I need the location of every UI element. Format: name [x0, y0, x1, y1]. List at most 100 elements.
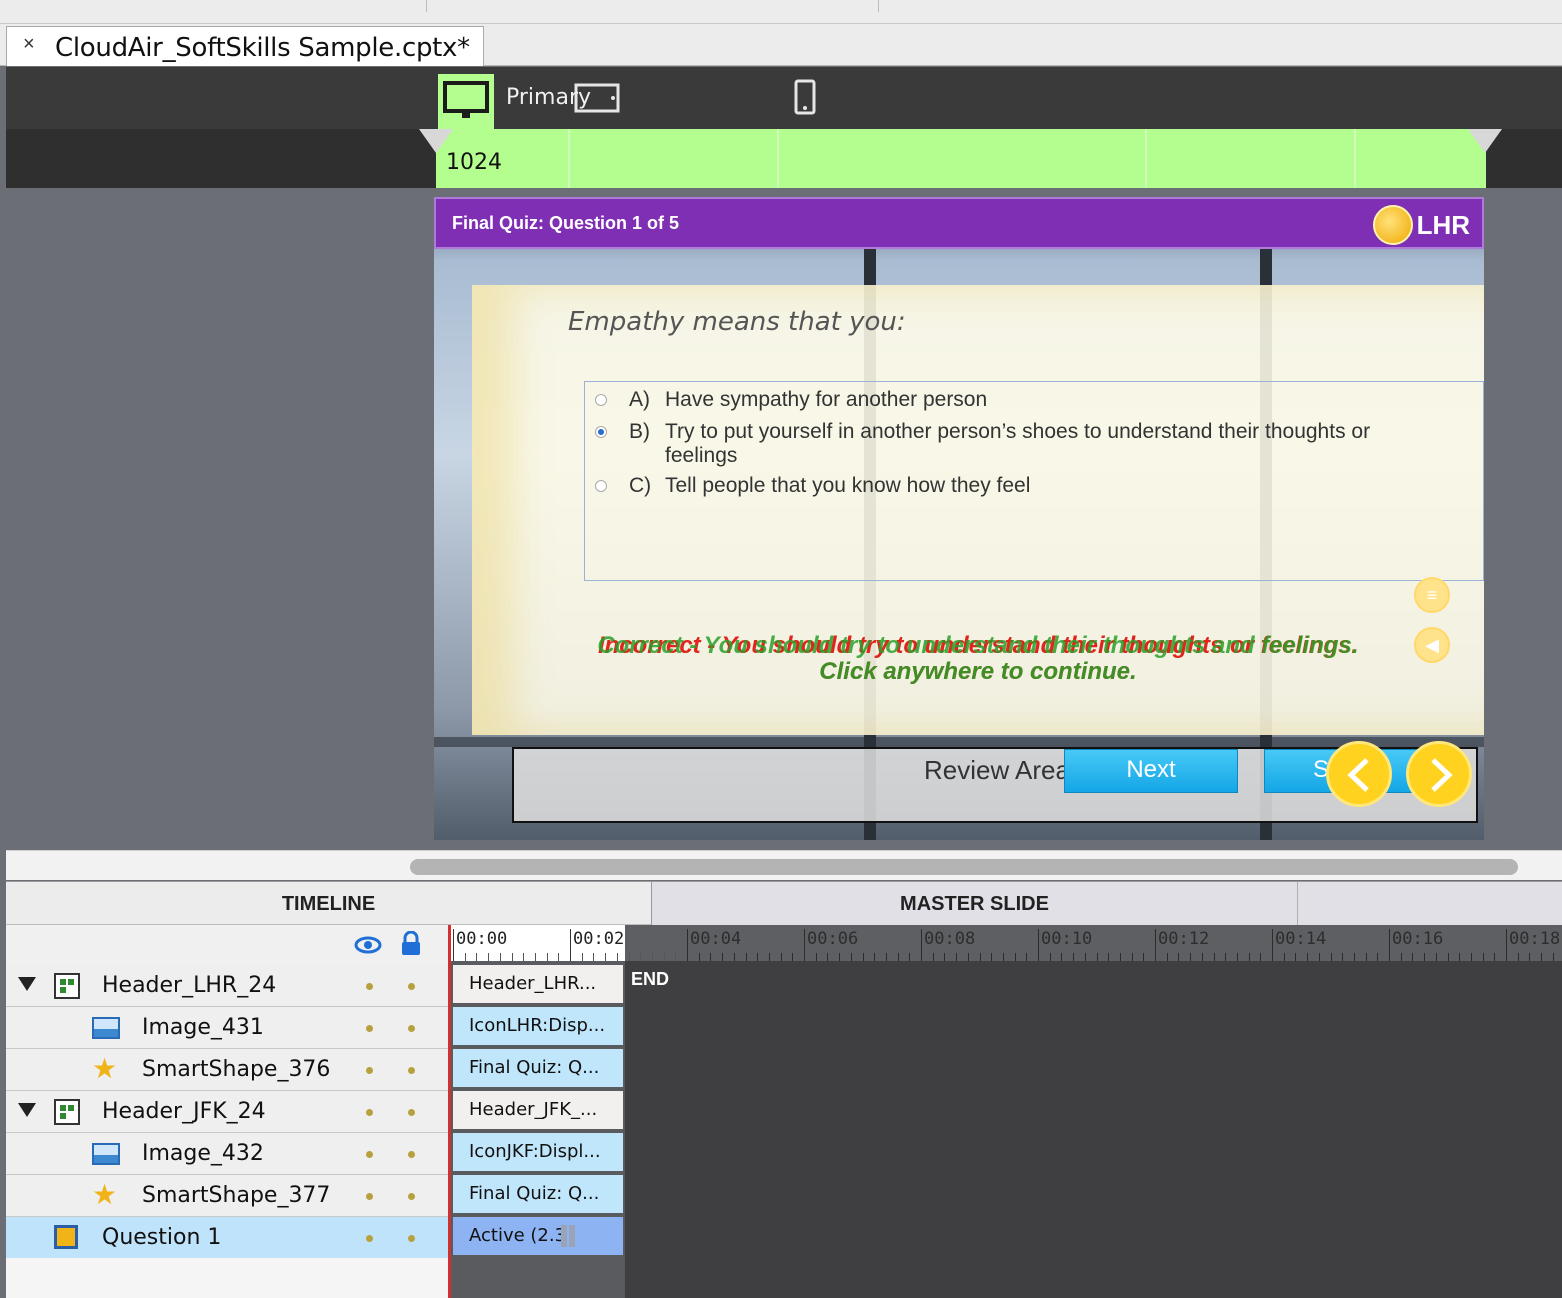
timeline-clip[interactable]: IconJKF:Displ... — [453, 1133, 623, 1171]
ruler-subtick — [675, 953, 677, 961]
scrollbar-thumb[interactable] — [410, 859, 1518, 875]
lock-dot[interactable] — [408, 1193, 415, 1200]
layer-row-header-jfk[interactable]: Header_JFK_24 — [6, 1091, 449, 1133]
lock-dot[interactable] — [408, 1109, 415, 1116]
slide-canvas[interactable]: Final Quiz: Question 1 of 5 LHR Empathy … — [434, 197, 1484, 840]
quiz-card[interactable]: Empathy means that you: A) Have sympathy… — [472, 285, 1484, 823]
ruler-subtick — [1026, 953, 1028, 961]
device-breakpoint-bar — [6, 67, 1562, 129]
expand-triangle-icon[interactable] — [18, 977, 36, 991]
ruler-subtick — [1166, 953, 1168, 961]
visibility-dot[interactable] — [366, 1067, 373, 1074]
visibility-dot[interactable] — [366, 1109, 373, 1116]
star-icon: ★ — [92, 1179, 118, 1210]
ruler-subtick — [897, 953, 899, 961]
option-text: Tell people that you know how they feel — [665, 474, 1031, 497]
ruler-subtick — [815, 953, 817, 961]
audio-icon[interactable]: ◀ — [1414, 627, 1450, 663]
ruler-subtick — [593, 953, 595, 961]
ruler-subtick — [1424, 953, 1426, 961]
horizontal-scrollbar[interactable] — [6, 850, 1562, 880]
layer-list-header — [6, 925, 449, 965]
timeline-clip[interactable]: Header_JFK_... — [453, 1091, 623, 1129]
ruler-tick — [1155, 929, 1156, 961]
visibility-dot[interactable] — [366, 1025, 373, 1032]
next-button[interactable]: Next — [1064, 749, 1238, 793]
ruler-subtick — [1365, 953, 1367, 961]
clip-resize-handle[interactable] — [569, 1225, 575, 1247]
mobile-phone-icon[interactable] — [794, 79, 818, 117]
forward-arrow-button[interactable] — [1406, 741, 1472, 807]
clip-resize-handle[interactable] — [561, 1225, 567, 1247]
breakpoint-width: 1024 — [446, 150, 502, 175]
ruler-subtick — [1470, 953, 1472, 961]
ruler-subtick — [991, 953, 993, 961]
lock-dot[interactable] — [408, 1235, 415, 1242]
ruler-tick — [1389, 929, 1390, 961]
desktop-breakpoint-tab[interactable] — [438, 74, 494, 130]
timeline-tab[interactable]: TIMELINE — [6, 882, 652, 925]
breakpoint-range[interactable] — [436, 129, 1486, 188]
back-arrow-button[interactable] — [1326, 741, 1392, 807]
timeline-clip-active[interactable]: Active (2.3 — [453, 1217, 623, 1255]
ruler-subtick — [944, 953, 946, 961]
layer-row-question-1[interactable]: Question 1 — [6, 1217, 449, 1259]
ruler-subtick — [546, 953, 548, 961]
ruler-subtick — [780, 953, 782, 961]
ruler-subtick — [710, 953, 712, 961]
ruler-subtick — [1494, 953, 1496, 961]
document-tab[interactable]: × CloudAir_SoftSkills Sample.cptx* — [6, 26, 484, 66]
ruler-subtick — [885, 953, 887, 961]
layer-row-image-432[interactable]: Image_432 — [6, 1133, 449, 1175]
timeline-clip[interactable]: Header_LHR... — [453, 965, 623, 1003]
menu-separator — [426, 0, 427, 12]
ruler-tick — [1038, 929, 1039, 961]
timeline-clip[interactable]: Final Quiz: Q... — [453, 1175, 623, 1213]
master-slide-tab[interactable]: MASTER SLIDE — [652, 882, 1298, 925]
layer-row-image-431[interactable]: Image_431 — [6, 1007, 449, 1049]
option-letter: B) — [629, 420, 650, 443]
ruler-subtick — [1131, 953, 1133, 961]
visibility-dot[interactable] — [366, 1235, 373, 1242]
document-tab-title: CloudAir_SoftSkills Sample.cptx* — [55, 33, 470, 63]
timeline-clip[interactable]: IconLHR:Disp... — [453, 1007, 623, 1045]
lock-dot[interactable] — [408, 983, 415, 990]
lock-dot[interactable] — [408, 1151, 415, 1158]
question-text: Empathy means that you: — [568, 307, 906, 337]
layer-row-smartshape-376[interactable]: ★ SmartShape_376 — [6, 1049, 449, 1091]
lock-dot[interactable] — [408, 1025, 415, 1032]
lock-icon[interactable] — [400, 931, 422, 957]
lock-dot[interactable] — [408, 1067, 415, 1074]
left-breakpoint-handle[interactable] — [419, 129, 453, 153]
ruler-subtick — [1108, 953, 1110, 961]
radio-selected-icon[interactable] — [595, 426, 607, 438]
answer-options[interactable]: A) Have sympathy for another person B) T… — [584, 381, 1484, 581]
timeline-clip[interactable]: Final Quiz: Q... — [453, 1049, 623, 1087]
ruler-subtick — [1529, 953, 1531, 961]
radio-icon[interactable] — [595, 394, 607, 406]
range-divider — [1354, 129, 1356, 188]
visibility-dot[interactable] — [366, 983, 373, 990]
ruler-subtick — [1014, 953, 1016, 961]
layer-row-smartshape-377[interactable]: ★ SmartShape_377 — [6, 1175, 449, 1217]
ruler-subtick — [733, 953, 735, 961]
visibility-dot[interactable] — [366, 1151, 373, 1158]
eye-icon[interactable] — [354, 935, 382, 955]
visibility-dot[interactable] — [366, 1193, 373, 1200]
expand-triangle-icon[interactable] — [18, 1103, 36, 1117]
end-marker: END — [631, 969, 670, 989]
layer-row-header-lhr[interactable]: Header_LHR_24 — [6, 965, 449, 1007]
time-ruler[interactable]: 00:00 00:02 00:04 00:06 00:08 00:10 00:12 00:14… — [451, 925, 1562, 961]
ruler-subtick — [722, 953, 724, 961]
close-icon[interactable]: × — [23, 33, 35, 56]
ruler-subtick — [1225, 953, 1227, 961]
radio-icon[interactable] — [595, 480, 607, 492]
ruler-time-label: 00:08 — [924, 929, 976, 949]
layer-name: Header_JFK_24 — [102, 1099, 266, 1124]
ruler-subtick — [792, 953, 794, 961]
menu-icon[interactable]: ≡ — [1414, 577, 1450, 613]
right-breakpoint-handle[interactable] — [1468, 129, 1502, 153]
ruler-subtick — [1143, 953, 1145, 961]
slide-header-bar[interactable]: Final Quiz: Question 1 of 5 LHR — [434, 197, 1484, 249]
ruler-subtick — [534, 953, 536, 961]
